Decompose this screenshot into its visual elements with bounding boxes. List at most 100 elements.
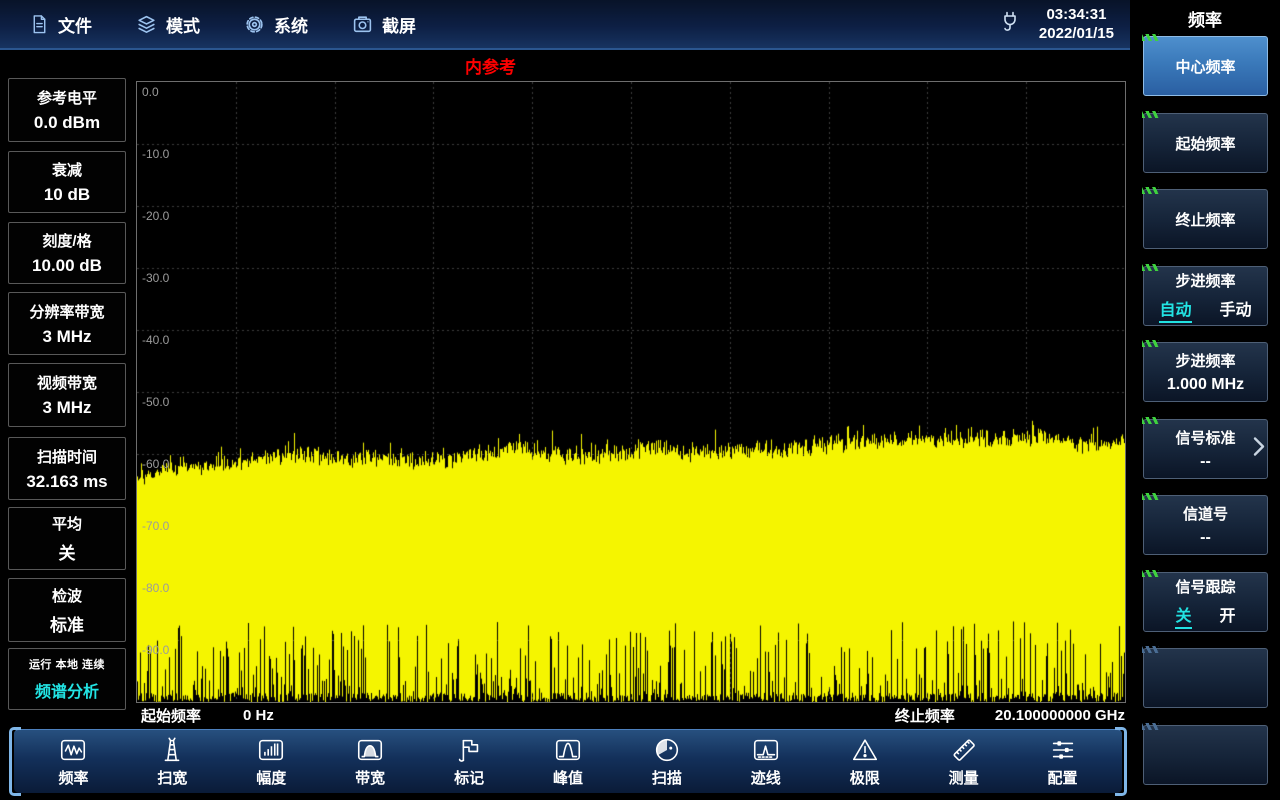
toolbar-item-span[interactable]: 扫宽: [157, 735, 187, 788]
softkey-label: 信号跟踪: [1175, 576, 1235, 597]
menu-item-label: 模式: [166, 12, 200, 37]
corner-marker-icon: [1142, 723, 1159, 730]
marker-icon: [454, 735, 484, 765]
toolbar-item-marker[interactable]: 标记: [454, 735, 484, 788]
readout-value: 3 MHz: [9, 327, 125, 347]
softkey-sidebar: 频率 中心频率 起始频率 终止频率 步进频率 自动 手动 步进频率 1.000 …: [1130, 0, 1280, 800]
menu-item-mode[interactable]: 模式: [136, 12, 200, 37]
chevron-right-icon: [1252, 436, 1266, 463]
softkey-step-frequency-mode[interactable]: 步进频率 自动 手动: [1143, 266, 1268, 326]
start-frequency-value: 0 Hz: [243, 707, 274, 724]
toolbar-item-label: 迹线: [751, 767, 781, 788]
gear-icon: [244, 14, 265, 35]
readout-label: 分辨率带宽: [9, 301, 125, 322]
toolbar-item-amplitude[interactable]: 幅度: [256, 735, 286, 788]
toolbar-item-trace[interactable]: 迹线: [751, 735, 781, 788]
readout-average: 平均 关: [8, 507, 126, 570]
power-plug-icon: [999, 9, 1023, 40]
frequency-icon: [58, 735, 88, 765]
readout-rbw: 分辨率带宽 3 MHz: [8, 292, 126, 355]
softkey-label: 步进频率: [1175, 270, 1235, 291]
corner-marker-icon: [1142, 111, 1159, 118]
y-axis-tick: 0.0: [142, 85, 159, 99]
softkey-step-frequency-value[interactable]: 步进频率 1.000 MHz: [1143, 342, 1268, 402]
softkey-center-frequency[interactable]: 中心频率: [1143, 36, 1268, 96]
readout-sweep-time: 扫描时间 32.163 ms: [8, 437, 126, 500]
readout-value: 3 MHz: [9, 398, 125, 418]
topbar-status-area: 03:34:31 2022/01/15: [999, 5, 1114, 44]
status-block: 运行 本地 连续 频谱分析: [8, 648, 126, 710]
sweep-icon: [652, 735, 682, 765]
file-icon: [30, 14, 49, 35]
spectrum-canvas: [137, 82, 1125, 702]
bottom-toolbar: 频率 扫宽 幅度 带宽 标记 峰值 扫描 迹线 极限 测量 配置: [14, 729, 1122, 793]
readout-reference-level: 参考电平 0.0 dBm: [8, 78, 126, 142]
corner-marker-icon: [1142, 570, 1159, 577]
toolbar-item-measure[interactable]: 测量: [949, 735, 979, 788]
toolbar-item-config[interactable]: 配置: [1048, 735, 1078, 788]
clock: 03:34:31 2022/01/15: [1039, 5, 1114, 44]
readout-detector: 检波 标准: [8, 578, 126, 642]
y-axis-tick: -60.0: [142, 457, 169, 471]
readout-value: 0.0 dBm: [9, 113, 125, 133]
toolbar-item-label: 扫宽: [157, 767, 187, 788]
toolbar-item-bandwidth[interactable]: 带宽: [355, 735, 385, 788]
measure-icon: [949, 735, 979, 765]
toolbar-item-label: 带宽: [355, 767, 385, 788]
readout-label: 衰减: [9, 159, 125, 180]
y-axis-tick: -20.0: [142, 209, 169, 223]
peak-icon: [553, 735, 583, 765]
menu-item-system[interactable]: 系统: [244, 12, 308, 37]
menu-item-label: 截屏: [382, 12, 416, 37]
corner-marker-icon: [1142, 417, 1159, 424]
top-bar: 文件 模式 系统 截屏 03:34:31 2022/01/15: [0, 0, 1130, 50]
spectrum-display: 0.0 -10.0 -20.0 -30.0 -40.0 -50.0 -60.0 …: [136, 81, 1126, 703]
softkey-start-frequency[interactable]: 起始频率: [1143, 113, 1268, 173]
menu-item-label: 文件: [58, 12, 92, 37]
softkey-label: 中心频率: [1175, 56, 1235, 77]
bandwidth-icon: [355, 735, 385, 765]
toggle-option-off[interactable]: 关: [1175, 602, 1191, 629]
softkey-label: 起始频率: [1175, 133, 1235, 154]
toolbar-item-label: 峰值: [553, 767, 583, 788]
softkey-empty-1[interactable]: [1143, 648, 1268, 708]
readout-label: 刻度/格: [9, 230, 125, 251]
layers-icon: [136, 14, 157, 35]
toolbar-item-label: 幅度: [256, 767, 286, 788]
top-menu: 文件 模式 系统 截屏: [30, 12, 416, 37]
readout-label: 扫描时间: [9, 446, 125, 467]
toggle-option-on[interactable]: 开: [1220, 602, 1236, 629]
toggle-option-manual[interactable]: 手动: [1220, 296, 1252, 323]
softkey-value: --: [1200, 453, 1211, 471]
softkey-signal-tracking[interactable]: 信号跟踪 关 开: [1143, 572, 1268, 632]
corner-marker-icon: [1142, 187, 1159, 194]
corner-marker-icon: [1142, 264, 1159, 271]
toolbar-item-label: 扫描: [652, 767, 682, 788]
softkey-channel-number[interactable]: 信道号 --: [1143, 495, 1268, 555]
stop-frequency-value: 20.100000000 GHz: [995, 707, 1125, 724]
readout-value: 10.00 dB: [9, 256, 125, 276]
date-text: 2022/01/15: [1039, 24, 1114, 44]
stop-frequency-label: 终止频率: [895, 705, 955, 726]
toolbar-item-frequency[interactable]: 频率: [58, 735, 88, 788]
toolbar-item-limit[interactable]: 极限: [850, 735, 880, 788]
readout-value: 关: [9, 539, 125, 564]
readout-label: 参考电平: [9, 87, 125, 108]
softkey-empty-2[interactable]: [1143, 725, 1268, 785]
softkey-stop-frequency[interactable]: 终止频率: [1143, 189, 1268, 249]
toolbar-item-sweep[interactable]: 扫描: [652, 735, 682, 788]
menu-item-file[interactable]: 文件: [30, 12, 92, 37]
toggle-option-auto[interactable]: 自动: [1159, 296, 1191, 323]
toolbar-item-label: 测量: [949, 767, 979, 788]
softkey-label: 终止频率: [1175, 209, 1235, 230]
toolbar-item-label: 标记: [454, 767, 484, 788]
readout-value: 10 dB: [9, 185, 125, 205]
menu-item-screenshot[interactable]: 截屏: [352, 12, 416, 37]
camera-icon: [352, 14, 373, 35]
softkey-value: --: [1200, 529, 1211, 547]
toolbar-item-peak[interactable]: 峰值: [553, 735, 583, 788]
trace-icon: [751, 735, 781, 765]
toggle-group: 自动 手动: [1159, 296, 1251, 323]
softkey-signal-standard[interactable]: 信号标准 --: [1143, 419, 1268, 479]
limit-icon: [850, 735, 880, 765]
